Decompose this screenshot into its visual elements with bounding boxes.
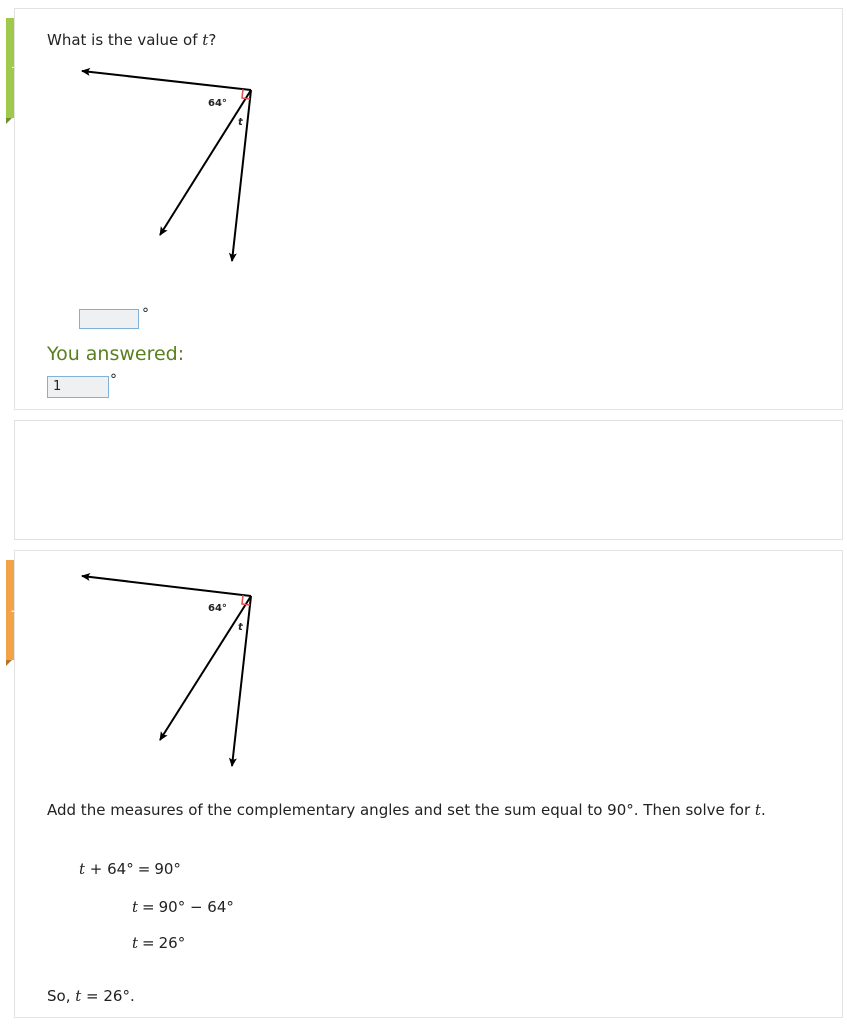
- angle-label-t: t: [238, 117, 244, 128]
- angle-diagram-question: 64° t: [81, 67, 252, 262]
- answer-degree-symbol: °: [142, 306, 149, 322]
- solution-explanation: Add the measures of the complementary an…: [47, 801, 766, 819]
- angle-label-64: 64°: [208, 603, 227, 614]
- you-answered-label: You answered:: [47, 343, 185, 365]
- answer-input[interactable]: [79, 309, 139, 329]
- angle-label-64: 64°: [208, 98, 227, 109]
- solution-conclusion: So, t = 26°.: [47, 987, 135, 1005]
- submitted-answer: 1: [47, 376, 109, 398]
- equation-step-1: t + 64° = 90°: [79, 860, 181, 878]
- question-text: What is the value of t?: [47, 31, 217, 49]
- ray-left: [81, 67, 252, 91]
- angle-diagram-solution: 64° t: [81, 572, 252, 767]
- equation-step-3: t = 26°: [132, 934, 186, 952]
- submitted-degree-symbol: °: [110, 372, 117, 388]
- equation-step-2: t = 90° − 64°: [132, 898, 234, 916]
- ray-left: [81, 572, 252, 597]
- angle-label-t: t: [238, 622, 244, 633]
- empty-panel: [14, 420, 843, 540]
